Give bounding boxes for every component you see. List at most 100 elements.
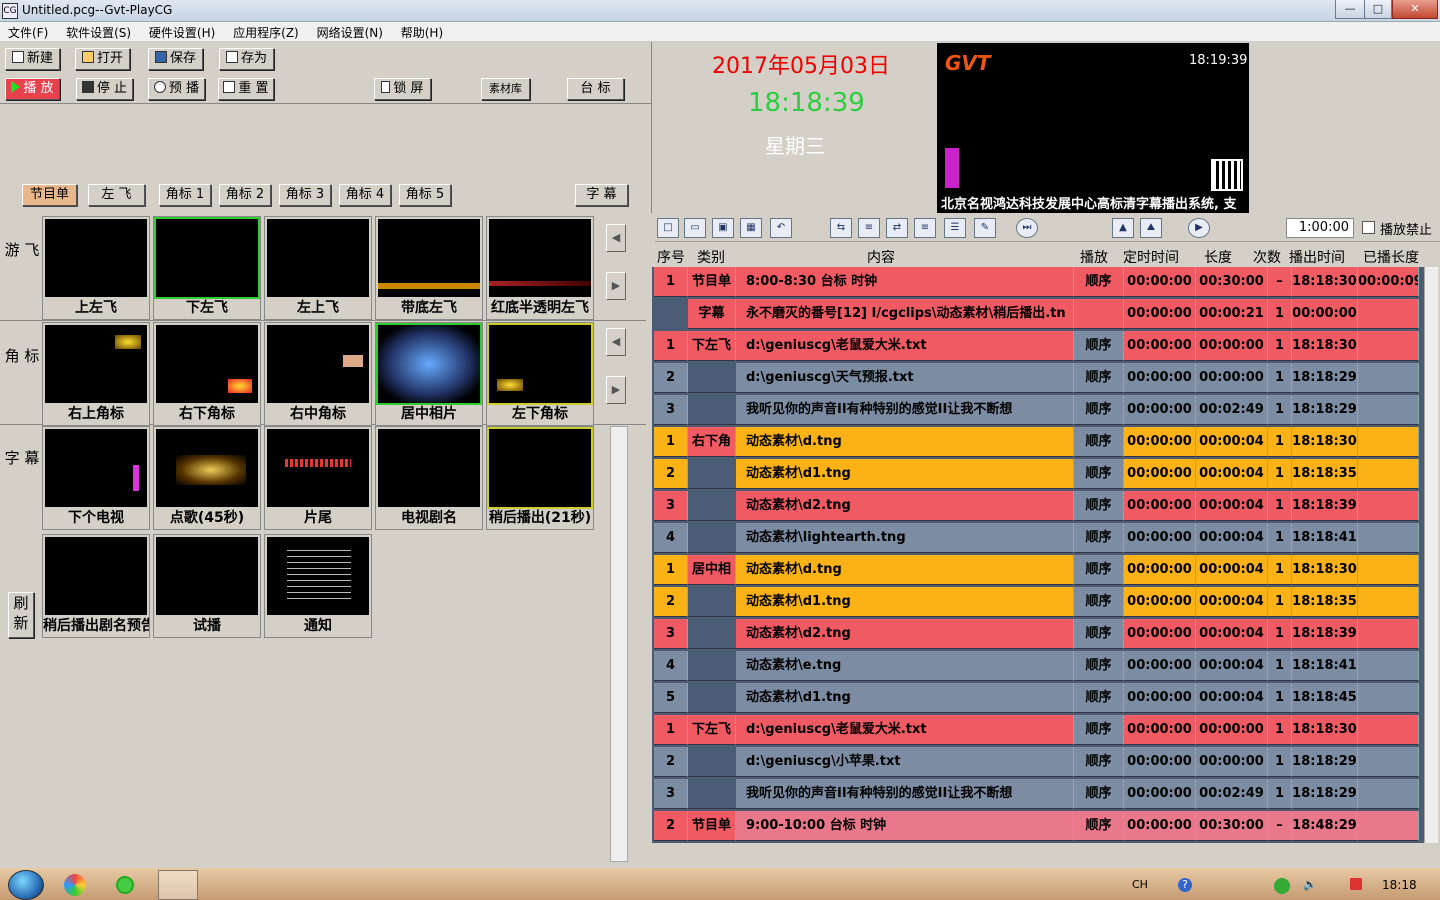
pinned-app-icon[interactable] (64, 874, 86, 896)
table-row[interactable]: 4 动态素材\e.tng 顺序 00:00:00 00:00:04 1 18:18:41 (652, 651, 1419, 681)
table-row[interactable]: 3 我听见你的声音II有种特别的感觉II让我不断想 顺序 00:00:00 00:02:… (652, 779, 1419, 809)
save-icon[interactable]: ▣ (712, 218, 734, 238)
start-button[interactable] (8, 870, 44, 900)
thumb-left-top-fly[interactable]: 左上飞 (264, 216, 372, 320)
tab-program-list[interactable]: 节目单 (22, 184, 77, 206)
help-icon[interactable]: ? (1178, 878, 1192, 892)
menu-file[interactable]: 文件(F) (0, 22, 54, 41)
tab-corner-1[interactable]: 角标 1 (159, 184, 211, 206)
table-row[interactable]: 4 动态素材\lightearth.tng 顺序 00:00:00 00:00:04 1 1… (652, 523, 1419, 553)
play-circle-icon[interactable]: ▶ (1188, 218, 1210, 238)
thumb-top-right-corner[interactable]: 右上角标 (42, 322, 150, 426)
save-button[interactable]: 保存 (148, 48, 203, 70)
thumb-bottom-right-corner[interactable]: 右下角标 (153, 322, 261, 426)
menu-hardware-settings[interactable]: 硬件设置(H) (141, 22, 221, 41)
play-ban-checkbox[interactable] (1362, 221, 1375, 234)
table-row[interactable]: 1 居中相 动态素材\d.tng 顺序 00:00:00 00:00:04 1 18:18:3… (652, 555, 1419, 585)
preview-button[interactable]: 预 播 (148, 78, 205, 100)
scroll-left-icon[interactable]: ◀ (606, 224, 626, 252)
scroll-right-icon[interactable]: ▶ (606, 376, 626, 404)
menu-applications[interactable]: 应用程序(Z) (225, 22, 305, 41)
col-play[interactable]: 播放 (1080, 247, 1108, 267)
tab-corner-5[interactable]: 角标 5 (399, 184, 451, 206)
gallery-scrollbar[interactable] (610, 426, 628, 862)
col-content[interactable]: 内容 (867, 247, 895, 267)
table-row[interactable]: 5 动态素材\d1.tng 顺序 00:00:00 00:00:04 1 18:18:45 (652, 683, 1419, 713)
tab-corner-3[interactable]: 角标 3 (279, 184, 331, 206)
refresh-button[interactable]: 刷 新 (8, 592, 34, 638)
thumb-top-left-fly[interactable]: 上左飞 (42, 216, 150, 320)
table-row[interactable]: 2 动态素材\d1.tng 顺序 00:00:00 00:00:04 1 18:18:35 (652, 459, 1419, 489)
menu-network-settings[interactable]: 网络设置(N) (309, 22, 389, 41)
thumb-bottom-left-corner[interactable]: 左下角标 (486, 322, 594, 426)
move-icon[interactable]: ⇆ (830, 218, 852, 238)
thumb-middle-right-corner[interactable]: 右中角标 (264, 322, 372, 426)
save-as-button[interactable]: 存为 (219, 48, 274, 70)
menu-help[interactable]: 帮助(H) (393, 22, 449, 41)
col-air-time[interactable]: 播出时间 (1289, 247, 1345, 267)
language-indicator[interactable]: CH (1132, 878, 1148, 891)
play-button[interactable]: 播 放 (5, 78, 60, 100)
new-file-icon[interactable]: □ (657, 218, 679, 238)
table-row[interactable]: 2 d:\geniuscg\小苹果.txt 顺序 00:00:00 00:00:00 1 1… (652, 747, 1419, 777)
col-played[interactable]: 已播长度 (1363, 247, 1419, 267)
table-row[interactable]: 1 节目单 8:00-8:30 台标 时钟 顺序 00:00:00 00:30:00–18… (652, 267, 1419, 297)
playlist-scrollbar[interactable] (1424, 267, 1438, 843)
thumb-bottom-left-fly[interactable]: 下左飞 (153, 216, 261, 320)
lock-icon[interactable]: ▲ (1112, 218, 1134, 238)
tab-corner-4[interactable]: 角标 4 (339, 184, 391, 206)
thumb-band-left-fly[interactable]: 带底左飞 (375, 216, 483, 320)
table-row[interactable]: 3 我听见你的声音II有种特别的感觉II让我不断想 顺序 00:00:00 00:02:… (652, 395, 1419, 425)
scroll-left-icon[interactable]: ◀ (606, 328, 626, 356)
thumb-next-tv[interactable]: 下个电视 (42, 426, 150, 530)
network-icon[interactable] (1274, 878, 1290, 894)
library-button[interactable]: 素材库 (481, 78, 530, 100)
col-count[interactable]: 次数 (1253, 247, 1281, 267)
col-schedule[interactable]: 定时时间 (1123, 247, 1179, 267)
maximize-button[interactable]: □ (1364, 0, 1392, 19)
thumb-drama-title[interactable]: 电视剧名 (375, 426, 483, 530)
thumb-coming-up[interactable]: 稍后播出(21秒) (486, 426, 594, 530)
open-button[interactable]: 打开 (75, 48, 130, 70)
col-seq[interactable]: 序号 (657, 247, 685, 267)
col-length[interactable]: 长度 (1204, 247, 1232, 267)
thumb-song-request[interactable]: 点歌(45秒) (153, 426, 261, 530)
reset-button[interactable]: 重 置 (218, 78, 274, 100)
table-row[interactable]: 2 d:\geniuscg\天气预报.txt 顺序 00:00:00 00:00:00 1… (652, 363, 1419, 393)
thumb-notice[interactable]: 通知 (264, 534, 372, 638)
lock-screen-button[interactable]: 锁 屏 (374, 78, 431, 100)
table-row[interactable]: 1 右下角 动态素材\d.tng 顺序 00:00:00 00:00:04 1 18:18:3… (652, 427, 1419, 457)
skip-icon[interactable]: ⏭ (1016, 218, 1038, 238)
stop-button[interactable]: 停 止 (76, 78, 133, 100)
col-category[interactable]: 类别 (697, 247, 725, 267)
open-folder-icon[interactable]: ▭ (684, 218, 706, 238)
list-icon[interactable]: ☰ (944, 218, 966, 238)
table-row[interactable]: 3 动态素材\d2.tng 顺序 00:00:00 00:00:04 1 18:18:39 (652, 491, 1419, 521)
close-button[interactable]: ✕ (1392, 0, 1438, 19)
tab-corner-2[interactable]: 角标 2 (219, 184, 271, 206)
menu-software-settings[interactable]: 软件设置(S) (58, 22, 137, 41)
edit-icon[interactable]: ✎ (974, 218, 996, 238)
thumb-drama-preview[interactable]: 稍后播出剧名预告 (42, 534, 150, 638)
browser-icon[interactable] (116, 876, 134, 894)
thumb-trial-broadcast[interactable]: 试播 (153, 534, 261, 638)
table-row[interactable]: 1 下左飞 d:\geniuscg\老鼠爱大米.txt 顺序 00:00:00 00:00… (652, 331, 1419, 361)
scroll-right-icon[interactable]: ▶ (606, 272, 626, 300)
duration-input[interactable]: 1:00:00 (1286, 218, 1354, 238)
new-button[interactable]: 新建 (5, 48, 60, 70)
list-up-icon[interactable]: ≡ (914, 218, 936, 238)
swap-icon[interactable]: ⇄ (886, 218, 908, 238)
thumb-red-translucent-left-fly[interactable]: 红底半透明左飞 (486, 216, 594, 320)
minimize-button[interactable]: — (1335, 0, 1365, 19)
undo-icon[interactable]: ↶ (770, 218, 792, 238)
tab-subtitle[interactable]: 字 幕 (575, 184, 628, 206)
thumb-credits[interactable]: 片尾 (264, 426, 372, 530)
volume-icon[interactable]: 🔈 (1303, 878, 1317, 891)
table-row[interactable]: 1 下左飞 d:\geniuscg\老鼠爱大米.txt 顺序 00:00:00 00:00… (652, 715, 1419, 745)
station-logo-button[interactable]: 台 标 (567, 78, 624, 100)
table-row[interactable]: 2 节目单 9:00-10:00 台标 时钟 顺序 00:00:00 00:30:00–1… (652, 811, 1419, 841)
power-icon[interactable] (1350, 878, 1362, 890)
list-down-icon[interactable]: ≡ (858, 218, 880, 238)
table-row[interactable]: 字幕 永不磨灭的番号[12] I/cgclips\动态素材\稍后播出.tn 00:0… (652, 299, 1419, 329)
table-row[interactable]: 2 动态素材\d1.tng 顺序 00:00:00 00:00:04 1 18:18:35 (652, 587, 1419, 617)
